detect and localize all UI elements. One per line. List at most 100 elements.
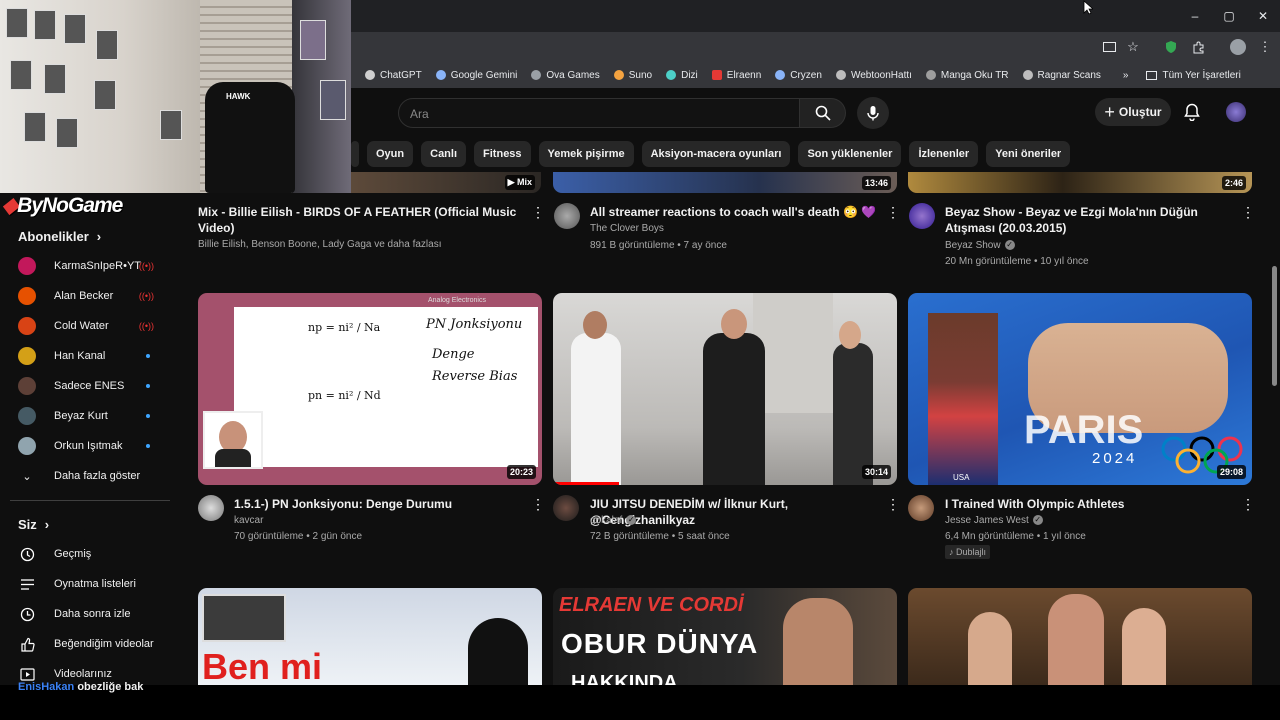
verified-icon: ✓ [626, 515, 637, 526]
subscription-item[interactable]: Sadece ENES [18, 376, 168, 396]
video-thumbnail[interactable]: 13:46 [553, 172, 897, 193]
video-channel[interactable]: Jesse James West ✓ [945, 515, 1043, 526]
subscription-item[interactable]: Alan Becker ((•)) [18, 286, 168, 306]
create-button[interactable]: + Oluştur [1095, 98, 1171, 126]
bookmark-ova-games[interactable]: Ova Games [531, 70, 600, 81]
chatgpt-icon [365, 70, 375, 80]
chip-canli[interactable]: Canlı [421, 141, 467, 167]
video-thumbnail[interactable]: ▶ Mix [351, 172, 541, 193]
chip-partial[interactable] [351, 141, 359, 167]
sidebar-item-playlists[interactable]: Oynatma listeleri [18, 574, 168, 594]
address-bar[interactable] [351, 36, 1091, 60]
search-button[interactable] [800, 98, 846, 128]
duration-badge: 2:46 [1221, 176, 1246, 190]
wall-poster [6, 8, 28, 38]
browser-menu-icon[interactable]: ⋮ [1254, 38, 1276, 56]
channel-avatar[interactable] [909, 203, 935, 229]
playlist-icon [18, 575, 36, 593]
channel-avatar[interactable] [908, 495, 934, 521]
duration-badge: 13:46 [861, 176, 891, 190]
video-thumbnail[interactable]: Ben mi [198, 588, 542, 685]
bookmark-chatgpt[interactable]: ChatGPT [365, 70, 422, 81]
sidebar-item-liked-videos[interactable]: Beğendiğim videolar [18, 634, 168, 654]
formula-pn: pn = ni² / Nd [308, 389, 381, 402]
minimize-button[interactable]: – [1178, 0, 1212, 32]
video-channel[interactable]: kavcar [234, 515, 263, 526]
more-actions-icon[interactable]: ⋮ [1241, 496, 1255, 512]
extensions-puzzle-icon[interactable] [1187, 38, 1209, 56]
all-bookmarks-folder[interactable]: Tüm Yer İşaretleri [1146, 70, 1241, 81]
page-scrollbar[interactable] [1272, 266, 1277, 386]
subscription-item[interactable]: Han Kanal [18, 346, 168, 366]
you-header[interactable]: Siz › [18, 517, 49, 532]
bookmark-manga-oku[interactable]: Manga Oku TR [925, 70, 1009, 81]
close-window-button[interactable]: ✕ [1246, 0, 1280, 32]
subscription-item[interactable]: Cold Water ((•)) [18, 316, 168, 336]
chip-yeni-oneriler[interactable]: Yeni öneriler [986, 141, 1071, 167]
athlete-gymnast [928, 313, 998, 485]
video-channel[interactable]: Beyaz Show ✓ [945, 240, 1015, 251]
bookmark-suno[interactable]: Suno [613, 70, 652, 81]
subscription-item[interactable]: Beyaz Kurt [18, 406, 168, 426]
channel-avatar[interactable] [554, 203, 580, 229]
more-actions-icon[interactable]: ⋮ [886, 204, 900, 220]
subscriptions-header[interactable]: Abonelikler › [18, 229, 101, 244]
bookmark-gemini[interactable]: Google Gemini [435, 70, 517, 81]
sidebar-item-watch-later[interactable]: Daha sonra izle [18, 604, 168, 624]
chip-oyun[interactable]: Oyun [367, 141, 414, 167]
video-title[interactable]: 1.5.1-) PN Jonksiyonu: Denge Durumu [234, 496, 524, 512]
chair-logo: HAWK [226, 92, 251, 101]
video-title[interactable]: All streamer reactions to coach wall's d… [590, 204, 880, 220]
video-title[interactable]: I Trained With Olympic Athletes [945, 496, 1235, 512]
video-thumbnail[interactable]: 30:14 [553, 293, 897, 485]
notifications-button[interactable] [1180, 99, 1204, 125]
bookmark-webtoonhatti[interactable]: WebtoonHattı [835, 70, 912, 81]
subscription-item[interactable]: KarmaSnIpeR•YT ((•)) [18, 256, 168, 276]
show-more-button[interactable]: ⌄ Daha fazla göster [18, 466, 168, 486]
wall-poster [64, 14, 86, 44]
person-woman [833, 343, 873, 485]
bookmark-ragnar-scans[interactable]: Ragnar Scans [1022, 70, 1101, 81]
cast-icon[interactable] [1098, 38, 1120, 56]
more-actions-icon[interactable]: ⋮ [886, 496, 900, 512]
channel-avatar[interactable] [553, 495, 579, 521]
chip-izlenenler[interactable]: İzlenenler [909, 141, 979, 167]
video-channel[interactable]: Billie Eilish, Benson Boone, Lady Gaga v… [198, 239, 518, 250]
video-title[interactable]: Mix - Billie Eilish - BIRDS OF A FEATHER… [198, 204, 518, 236]
video-thumbnail[interactable]: 2:46 [908, 172, 1252, 193]
thumb-caption-top: ELRAEN VE CORDİ [559, 594, 744, 616]
bookmark-elraenn[interactable]: Elraenn [711, 70, 761, 81]
mouse-cursor-icon [1083, 0, 1093, 15]
person [968, 612, 1012, 685]
video-title[interactable]: Beyaz Show - Beyaz ve Ezgi Mola'nın Düğü… [945, 204, 1235, 236]
more-actions-icon[interactable]: ⋮ [1241, 204, 1255, 220]
bookmark-dizi[interactable]: Dizi [666, 70, 698, 81]
profile-avatar-icon[interactable] [1227, 38, 1249, 56]
extension-shield-icon[interactable] [1160, 38, 1182, 56]
maximize-button[interactable]: ▢ [1212, 0, 1246, 32]
chip-yemek-pisirme[interactable]: Yemek pişirme [538, 141, 634, 167]
chip-son-yuklenenler[interactable]: Son yüklenenler [798, 141, 902, 167]
video-thumbnail[interactable]: ELRAEN VE CORDİ OBUR DÜNYA HAKKINDA [553, 588, 897, 685]
video-thumbnail[interactable]: PARIS 2024 USA 29:08 [908, 293, 1252, 485]
bookmark-star-icon[interactable]: ☆ [1122, 38, 1144, 56]
sidebar-item-history[interactable]: Geçmiş [18, 544, 168, 564]
chip-fitness[interactable]: Fitness [474, 141, 531, 167]
more-actions-icon[interactable]: ⋮ [531, 204, 545, 220]
video-thumbnail[interactable]: Analog Electronics np = ni² / Na pn = ni… [198, 293, 542, 485]
subscription-item[interactable]: Orkun Işıtmak [18, 436, 168, 456]
more-bookmarks-button[interactable]: » [1123, 70, 1129, 81]
more-actions-icon[interactable]: ⋮ [531, 496, 545, 512]
video-channel[interactable]: gokalaf ✓ [590, 515, 637, 526]
dubbed-badge: ♪ Dublajlı [945, 545, 991, 559]
search-input[interactable]: Ara [398, 98, 800, 128]
video-thumbnail[interactable] [908, 588, 1252, 685]
account-avatar[interactable] [1226, 102, 1246, 122]
channel-avatar[interactable] [198, 495, 224, 521]
voice-search-button[interactable] [857, 97, 889, 129]
bookmark-cryzen[interactable]: Cryzen [775, 70, 822, 81]
chevron-down-icon: ⌄ [22, 470, 32, 483]
cryzen-icon [775, 70, 786, 80]
chip-aksiyon-macera[interactable]: Aksiyon-macera oyunları [641, 141, 791, 167]
video-channel[interactable]: The Clover Boys [590, 223, 664, 234]
